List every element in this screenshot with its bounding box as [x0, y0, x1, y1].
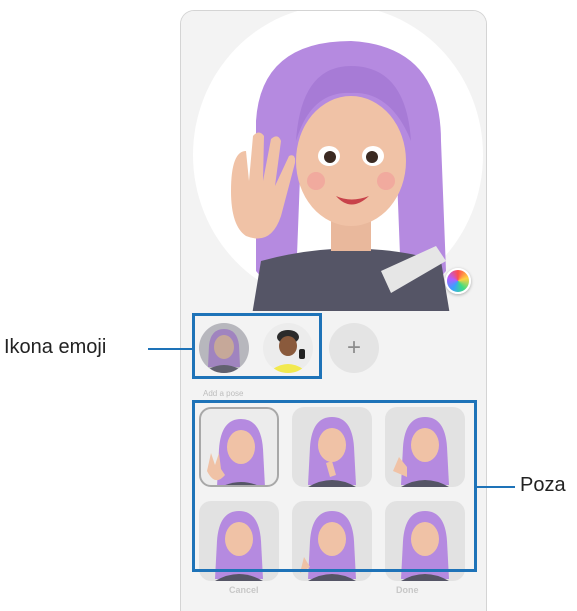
action-bar: Cancel Done: [181, 585, 486, 611]
emoji-callout-box: [192, 313, 322, 379]
emoji-callout-line: [148, 348, 192, 350]
pose-callout-line: [477, 486, 515, 488]
section-label: Add a pose: [203, 389, 244, 398]
avatar-illustration: [231, 41, 450, 311]
color-palette-icon[interactable]: [445, 268, 471, 294]
done-button[interactable]: Done: [396, 585, 419, 595]
add-emoji-button[interactable]: +: [329, 323, 379, 373]
pose-callout-label: Poza: [520, 474, 566, 496]
avatar-preview: [181, 11, 486, 311]
plus-icon: +: [346, 334, 361, 361]
pose-callout-box: [192, 400, 477, 572]
emoji-callout-label: Ikona emoji: [4, 336, 107, 358]
screen: + Add a pose Cancel Done Ikona emoji Poz…: [0, 0, 577, 611]
cancel-button[interactable]: Cancel: [229, 585, 259, 595]
